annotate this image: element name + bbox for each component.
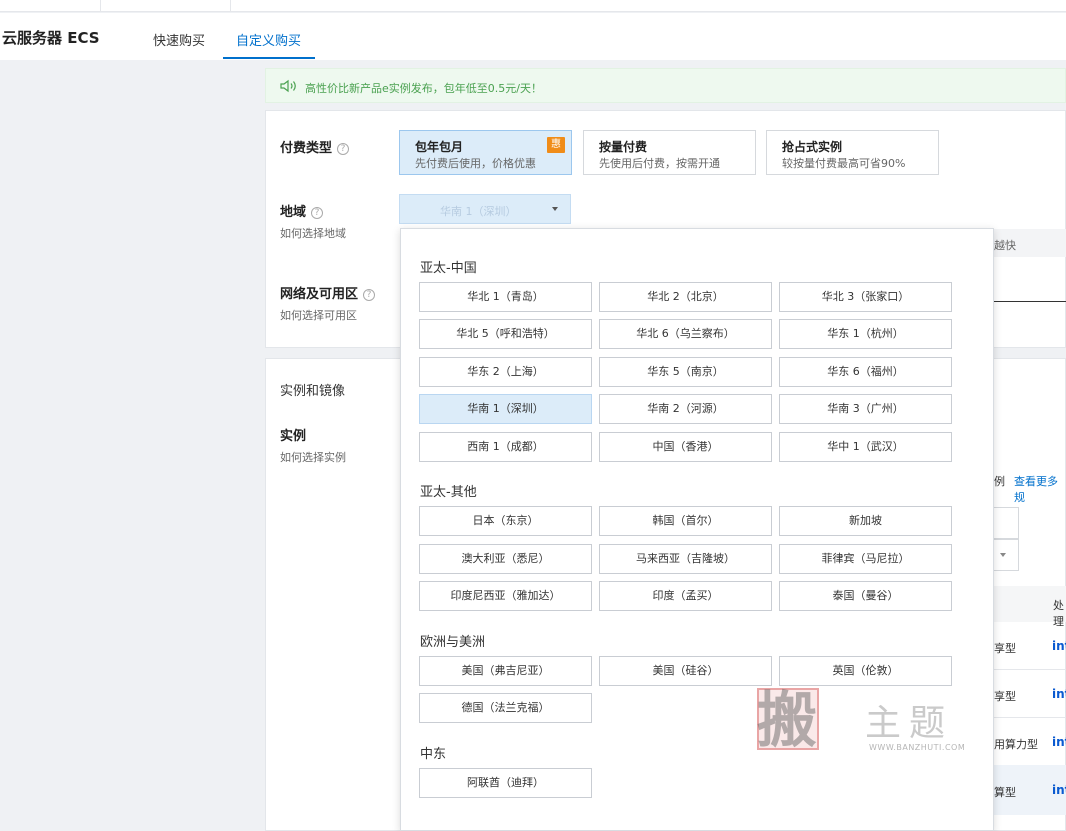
region-option[interactable]: 华北 3（张家口） xyxy=(779,282,952,312)
region-option[interactable]: 华南 3（广州） xyxy=(779,394,952,424)
billing-option-title: 包年包月 xyxy=(415,140,464,154)
region-option[interactable]: 澳大利亚（悉尼） xyxy=(419,544,592,574)
tab-custom-buy[interactable]: 自定义购买 xyxy=(236,30,301,49)
billing-option-desc: 先使用后付费，按需开通 xyxy=(599,157,720,170)
chevron-down-icon xyxy=(552,207,558,211)
region-option[interactable]: 华北 2（北京） xyxy=(599,282,772,312)
region-group-title: 亚太-其他 xyxy=(420,485,477,500)
speaker-icon xyxy=(280,79,296,93)
watermark-seal-char: 搬 xyxy=(757,686,817,756)
region-option[interactable]: 马来西亚（吉隆坡） xyxy=(599,544,772,574)
region-option[interactable]: 华北 6（乌兰察布） xyxy=(599,319,772,349)
region-option[interactable]: 菲律宾（马尼拉） xyxy=(779,544,952,574)
billing-type-label: 付费类型? xyxy=(280,137,350,156)
tab-quick-buy[interactable]: 快速购买 xyxy=(153,30,205,49)
region-option[interactable]: 新加坡 xyxy=(779,506,952,536)
region-select-value: 华南 1（深圳） xyxy=(440,205,517,218)
table-cell-family: 用算力型 xyxy=(994,738,1038,751)
watermark: 搬 主题 WWW.BANZHUTI.COM xyxy=(757,688,987,756)
table-cell-processor: inte xyxy=(1052,783,1066,797)
region-group-title: 欧洲与美洲 xyxy=(420,635,486,650)
table-cell-family: 享型 xyxy=(994,642,1016,655)
instance-label: 实例 xyxy=(280,429,307,444)
region-option[interactable]: 泰国（曼谷） xyxy=(779,581,952,611)
top-divider xyxy=(230,0,231,12)
help-icon[interactable]: ? xyxy=(363,288,376,301)
billing-option-desc: 先付费后使用，价格优惠 xyxy=(415,157,536,170)
instance-section-title: 实例和镜像 xyxy=(280,384,346,399)
table-cell-processor: inte xyxy=(1052,639,1066,653)
table-cell-processor: inte xyxy=(1052,735,1066,749)
region-help-link[interactable]: 如何选择地域 xyxy=(280,225,346,241)
promo-notice: 高性价比新产品e实例发布，包年低至0.5元/天！ xyxy=(265,68,1066,103)
billing-option-spot-instance[interactable]: 抢占式实例 较按量付费最高可省90% xyxy=(766,130,939,175)
billing-option-title: 抢占式实例 xyxy=(782,140,843,154)
region-option[interactable]: 华北 5（呼和浩特） xyxy=(419,319,592,349)
region-option[interactable]: 德国（法兰克福） xyxy=(419,693,592,723)
region-option[interactable]: 华南 2（河源） xyxy=(599,394,772,424)
table-cell-family: 算型 xyxy=(994,786,1016,799)
table-row-divider xyxy=(993,669,1066,670)
region-label: 地域? xyxy=(280,201,324,220)
table-row-divider xyxy=(993,717,1066,718)
view-more-specs-link[interactable]: 查看更多规 xyxy=(1014,473,1066,505)
promo-notice-text: 高性价比新产品e实例发布，包年低至0.5元/天！ xyxy=(305,82,542,95)
region-option[interactable]: 印度（孟买） xyxy=(599,581,772,611)
region-option[interactable]: 英国（伦敦） xyxy=(779,656,952,686)
table-cell-processor: inte xyxy=(1052,687,1066,701)
filter-select[interactable] xyxy=(994,539,1019,571)
watermark-text: 主题 xyxy=(865,703,954,744)
region-option[interactable]: 西南 1（成都） xyxy=(419,432,592,462)
instance-help-link[interactable]: 如何选择实例 xyxy=(280,449,346,465)
region-option[interactable]: 华东 2（上海） xyxy=(419,357,592,387)
region-option[interactable]: 华东 6（福州） xyxy=(779,357,952,387)
table-cell-family: 享型 xyxy=(994,690,1016,703)
watermark-url: WWW.BANZHUTI.COM xyxy=(869,743,966,752)
instance-type-tab[interactable]: 例 xyxy=(994,473,1005,489)
top-strip xyxy=(0,0,1066,12)
help-icon[interactable]: ? xyxy=(311,206,324,219)
zone-divider xyxy=(994,301,1066,302)
region-option[interactable]: 美国（弗吉尼亚） xyxy=(419,656,592,686)
region-option[interactable]: 华北 1（青岛） xyxy=(419,282,592,312)
billing-option-title: 按量付费 xyxy=(599,140,648,154)
region-option[interactable]: 中国（香港） xyxy=(599,432,772,462)
page-header: 云服务器 ECS 快速购买 自定义购买 xyxy=(0,13,1066,60)
region-option[interactable]: 印度尼西亚（雅加达） xyxy=(419,581,592,611)
active-tab-indicator xyxy=(223,57,315,59)
discount-badge: 惠 xyxy=(547,137,565,153)
filter-box xyxy=(994,507,1019,539)
region-option[interactable]: 华中 1（武汉） xyxy=(779,432,952,462)
help-icon[interactable]: ? xyxy=(337,142,350,155)
top-divider xyxy=(100,0,101,12)
network-zone-label-text: 网络及可用区 xyxy=(280,287,359,302)
region-option[interactable]: 阿联酋（迪拜） xyxy=(419,768,592,798)
billing-option-pay-as-you-go[interactable]: 按量付费 先使用后付费，按需开通 xyxy=(583,130,756,175)
region-label-text: 地域 xyxy=(280,205,307,220)
zone-tip-text: 越快 xyxy=(994,239,1016,252)
billing-option-desc: 较按量付费最高可省90% xyxy=(782,157,906,170)
region-option[interactable]: 日本（东京） xyxy=(419,506,592,536)
region-option-selected[interactable]: 华南 1（深圳） xyxy=(419,394,592,424)
region-group-title: 亚太-中国 xyxy=(420,261,477,276)
billing-option-subscription[interactable]: 包年包月 先付费后使用，价格优惠 惠 xyxy=(399,130,572,175)
billing-type-label-text: 付费类型 xyxy=(280,141,333,156)
region-group-title: 中东 xyxy=(420,747,447,762)
table-header-processor: 处理 xyxy=(1053,599,1064,628)
region-option[interactable]: 华东 5（南京） xyxy=(599,357,772,387)
chevron-down-icon xyxy=(1000,553,1006,557)
region-select[interactable]: 华南 1（深圳） xyxy=(399,194,571,224)
region-option[interactable]: 华东 1（杭州） xyxy=(779,319,952,349)
page-title: 云服务器 ECS xyxy=(2,29,100,47)
region-option[interactable]: 韩国（首尔） xyxy=(599,506,772,536)
region-option[interactable]: 美国（硅谷） xyxy=(599,656,772,686)
network-zone-help-link[interactable]: 如何选择可用区 xyxy=(280,307,357,323)
network-zone-label: 网络及可用区? xyxy=(280,283,376,302)
